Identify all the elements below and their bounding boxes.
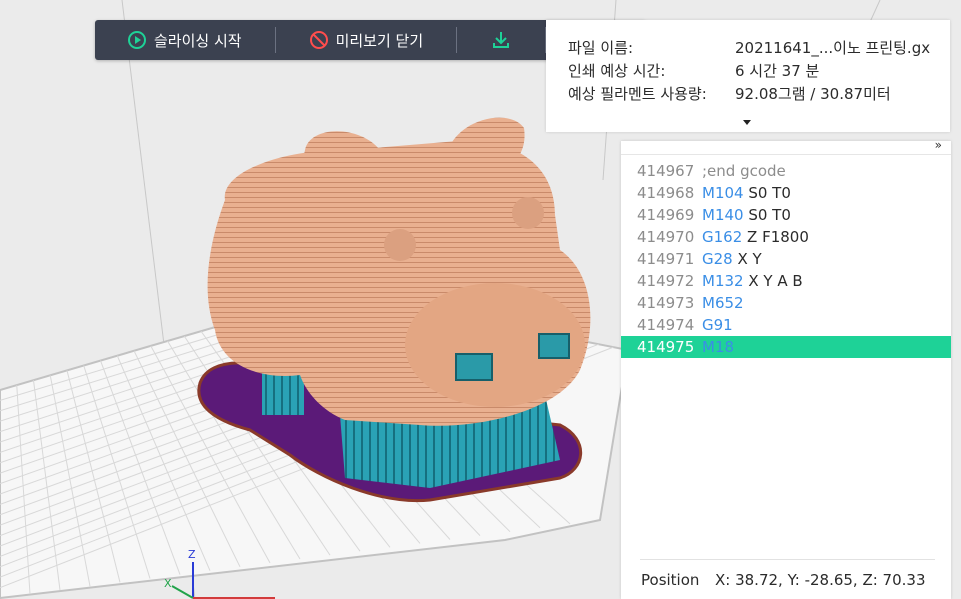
collapse-arrow-icon[interactable]	[743, 120, 751, 125]
gcode-keyword: M132	[702, 272, 744, 290]
line-number: 414974	[637, 316, 695, 334]
line-number: 414971	[637, 250, 695, 268]
gcode-line[interactable]: 414970 G162 Z F1800	[621, 226, 951, 248]
gcode-command: G91	[702, 314, 733, 336]
gcode-command: M140 S0 T0	[702, 204, 791, 226]
gcode-command: M18	[702, 336, 734, 358]
x-axis-label: X	[164, 577, 172, 590]
gcode-line[interactable]: 414968 M104 S0 T0	[621, 182, 951, 204]
download-button[interactable]	[491, 20, 511, 60]
line-number: 414972	[637, 272, 695, 290]
gcode-args: ;end gcode	[702, 162, 786, 180]
print-time-value: 6 시간 37 분	[735, 62, 820, 80]
close-preview-button[interactable]: 미리보기 닫기	[309, 20, 424, 60]
gcode-keyword: M104	[702, 184, 744, 202]
gcode-line[interactable]: 414975 M18	[621, 336, 951, 358]
gcode-command: M652	[702, 292, 744, 314]
gcode-line[interactable]: 414971 G28 X Y	[621, 248, 951, 270]
gcode-panel: » 414967 ;end gcode 414968 M104 S0 T0 414969…	[621, 138, 951, 599]
line-number: 414967	[637, 162, 695, 180]
gcode-command: M104 S0 T0	[702, 182, 791, 204]
gcode-args: S0 T0	[743, 184, 791, 202]
gcode-command: G162 Z F1800	[702, 226, 809, 248]
start-slicing-button[interactable]: 슬라이싱 시작	[127, 20, 242, 60]
download-icon	[491, 30, 511, 50]
expand-icon[interactable]: »	[935, 138, 942, 152]
start-slicing-label: 슬라이싱 시작	[154, 31, 242, 50]
gcode-keyword: M652	[702, 294, 744, 312]
gcode-keyword: G91	[702, 316, 733, 334]
print-info-panel: 파일 이름: 20211641_...이노 프린팅.gx 인쇄 예상 시간: 6…	[546, 20, 950, 132]
gcode-line[interactable]: 414969 M140 S0 T0	[621, 204, 951, 226]
gcode-command: G28 X Y	[702, 248, 762, 270]
filament-label: 예상 필라멘트 사용량:	[568, 85, 707, 103]
position-label: Position	[641, 571, 700, 589]
prohibit-icon	[309, 30, 329, 50]
toolbar-divider	[274, 27, 276, 53]
play-icon	[127, 30, 147, 50]
gcode-args: Z F1800	[742, 228, 809, 246]
gcode-keyword: M18	[702, 338, 735, 356]
close-preview-label: 미리보기 닫기	[335, 31, 424, 50]
gcode-keyword: G162	[702, 228, 743, 246]
gcode-line[interactable]: 414972 M132 X Y A B	[621, 270, 951, 292]
z-axis-label: Z	[188, 548, 196, 561]
gcode-keyword: G28	[702, 250, 733, 268]
line-number: 414969	[637, 206, 695, 224]
gcode-args: S0 T0	[743, 206, 791, 224]
print-time-label: 인쇄 예상 시간:	[568, 62, 666, 80]
filament-value: 92.08그램 / 30.87미터	[735, 85, 891, 103]
gcode-line[interactable]: 414973 M652	[621, 292, 951, 314]
line-number: 414973	[637, 294, 695, 312]
file-name-value: 20211641_...이노 프린팅.gx	[735, 39, 931, 57]
line-number: 414970	[637, 228, 695, 246]
gcode-keyword: M140	[702, 206, 744, 224]
gcode-args: X Y	[732, 250, 762, 268]
gcode-line[interactable]: 414974 G91	[621, 314, 951, 336]
gcode-args: X Y A B	[743, 272, 803, 290]
line-number: 414968	[637, 184, 695, 202]
gcode-command: ;end gcode	[702, 160, 786, 182]
gcode-line[interactable]: 414967 ;end gcode	[621, 160, 951, 182]
line-number: 414975	[637, 338, 695, 356]
gcode-panel-header: »	[621, 138, 951, 155]
toolbar-divider	[456, 27, 458, 53]
position-value: X: 38.72, Y: -28.65, Z: 70.33	[715, 571, 926, 589]
file-name-label: 파일 이름:	[568, 39, 634, 57]
divider	[640, 559, 935, 560]
gcode-command: M132 X Y A B	[702, 270, 803, 292]
